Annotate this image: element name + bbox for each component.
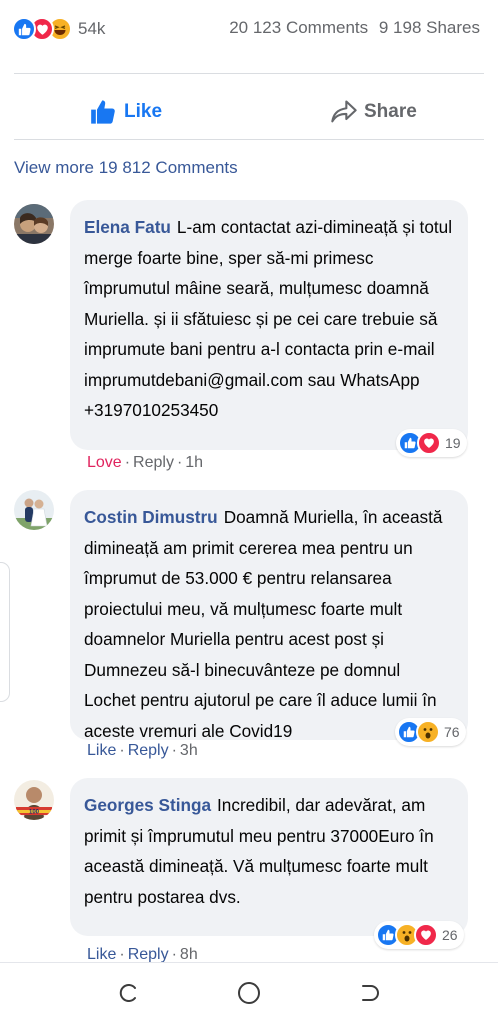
avatar[interactable]: 100 <box>14 780 54 820</box>
love-icon <box>417 431 441 455</box>
like-link[interactable]: Like <box>87 742 116 759</box>
comment-reaction-count: 26 <box>442 927 458 943</box>
thumbs-up-icon <box>91 100 115 124</box>
system-navigation-bar <box>0 962 498 1022</box>
comment-text: Doamnă Muriella, în această dimineață am… <box>84 507 443 741</box>
reaction-count: 54k <box>78 19 106 38</box>
comments-count[interactable]: 20 123 Comments <box>229 18 368 37</box>
like-link[interactable]: Like <box>87 946 116 963</box>
recents-icon[interactable] <box>114 979 142 1007</box>
avatar[interactable] <box>14 204 54 244</box>
comment-author[interactable]: Georges Stinga <box>84 795 211 815</box>
engagement-counts: 20 123 Comments 9 198 Shares <box>229 18 480 38</box>
comment-bubble: Costin Dimustru Doamnă Muriella, în aceas… <box>70 490 468 741</box>
back-icon[interactable] <box>356 979 384 1007</box>
comment-reaction-count: 19 <box>445 435 461 451</box>
svg-text:100: 100 <box>29 810 40 816</box>
reaction-summary[interactable]: 54k <box>12 16 105 42</box>
home-icon[interactable] <box>235 979 263 1007</box>
comment-author[interactable]: Costin Dimustru <box>84 507 218 527</box>
reply-link[interactable]: Reply <box>133 454 174 471</box>
comment-bubble: Elena Fatu L-am contactat azi-dimineață ș… <box>70 200 468 450</box>
comment-author[interactable]: Elena Fatu <box>84 217 171 237</box>
comment-time: 8h <box>179 946 198 963</box>
avatar[interactable] <box>14 490 54 530</box>
comment-bubble: Georges Stinga Incredibil, dar adevărat, … <box>70 778 468 936</box>
post-actions: Like Share <box>0 86 498 138</box>
love-reaction-link[interactable]: Love <box>87 454 122 471</box>
comment-time: 1h <box>185 454 204 471</box>
divider <box>14 73 484 74</box>
comment-reactions[interactable]: 76 <box>395 718 466 746</box>
comment-meta: Love · Reply · 1h <box>87 454 204 471</box>
comment-text: L-am contactat azi-dimineață și totul me… <box>84 217 453 420</box>
comment-reaction-count: 76 <box>444 724 460 740</box>
love-icon <box>414 923 438 947</box>
comment-reactions[interactable]: 26 <box>374 921 464 949</box>
share-button[interactable]: Share <box>330 86 417 138</box>
comment-time: 3h <box>179 742 198 759</box>
reply-link[interactable]: Reply <box>128 742 169 759</box>
shares-count[interactable]: 9 198 Shares <box>379 18 480 37</box>
side-panel-fragment <box>0 562 10 702</box>
like-label: Like <box>124 101 163 122</box>
wow-icon <box>416 720 440 744</box>
like-button[interactable]: Like <box>90 86 162 138</box>
view-more-comments-link[interactable]: View more 19 812 Comments <box>14 158 238 178</box>
like-icon <box>12 17 36 41</box>
divider <box>14 139 484 140</box>
comment-meta: Like · Reply · 3h <box>87 742 198 759</box>
reply-link[interactable]: Reply <box>128 946 169 963</box>
share-arrow-icon <box>331 100 357 123</box>
reaction-stats-bar: 54k 20 123 Comments 9 198 Shares <box>0 0 498 58</box>
share-label: Share <box>364 101 417 122</box>
comment-reactions[interactable]: 19 <box>396 429 467 457</box>
